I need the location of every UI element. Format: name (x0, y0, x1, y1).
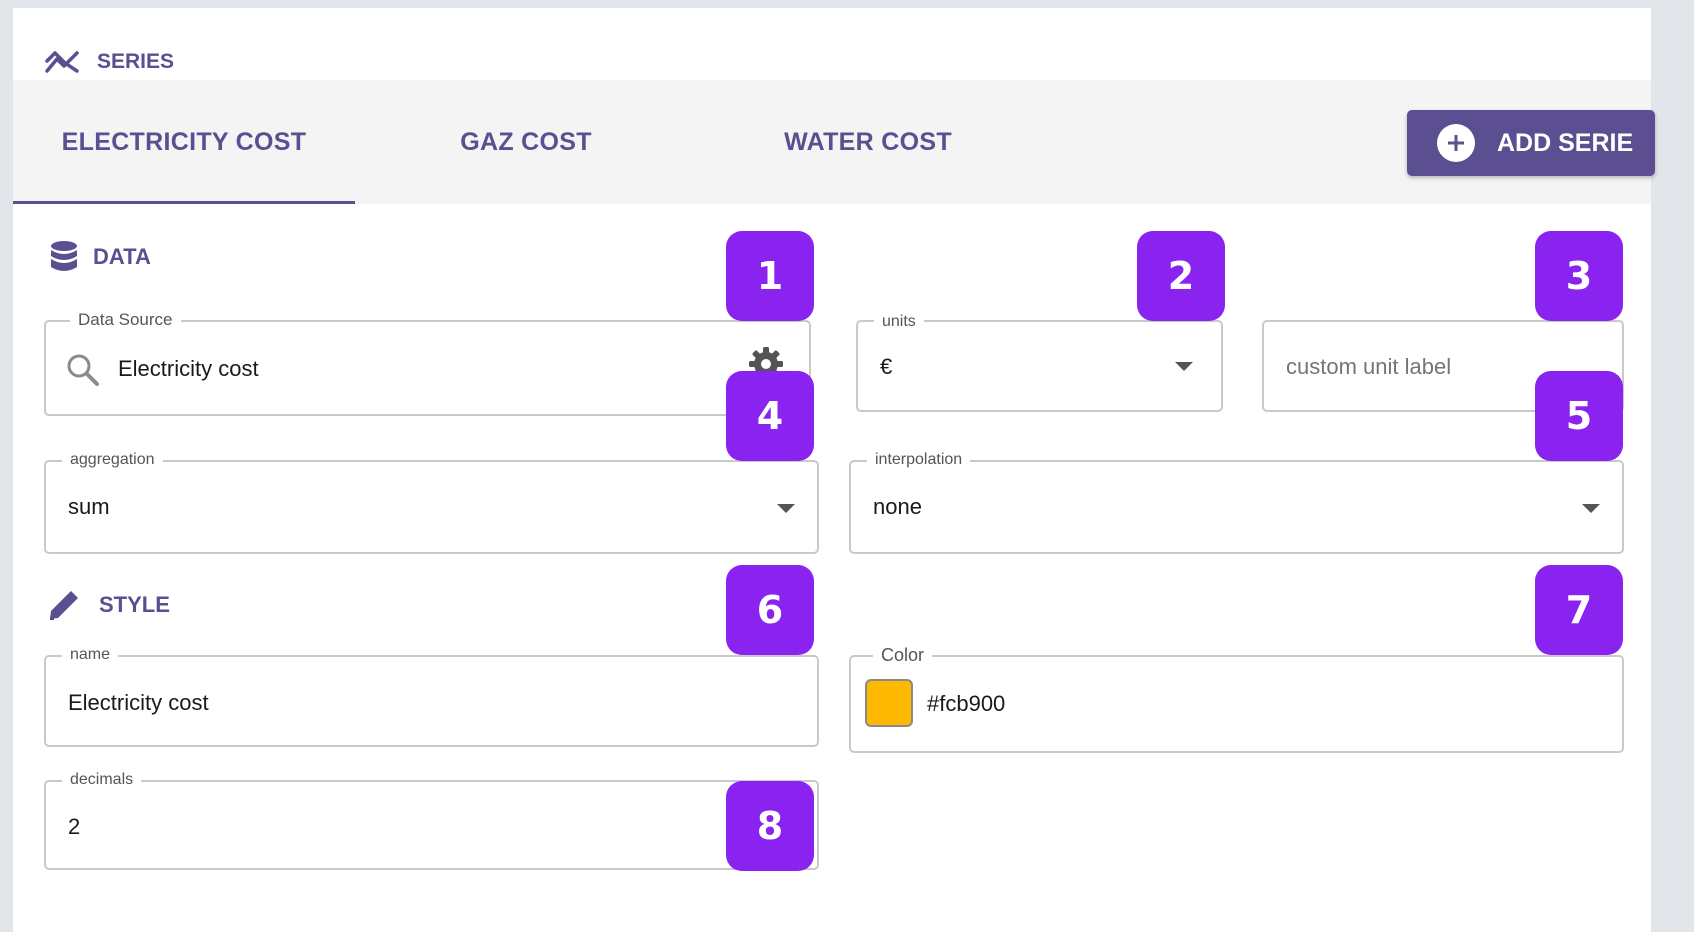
step-badge-1: 1 (726, 231, 814, 321)
name-legend: name (62, 645, 119, 665)
custom-unit-placeholder: custom unit label (1286, 354, 1452, 379)
color-input[interactable]: Color #fcb900 (849, 645, 1624, 753)
chevron-down-icon (1175, 362, 1193, 371)
decimals-value: 2 (68, 814, 81, 839)
interpolation-value: none (873, 494, 922, 519)
data-source-legend: Data Source (70, 310, 181, 330)
color-legend: Color (873, 645, 933, 665)
aggregation-legend: aggregation (62, 450, 163, 470)
add-serie-button[interactable]: ADD SERIE (1407, 110, 1655, 176)
step-badge-8: 8 (726, 781, 814, 871)
trending-icon (45, 51, 79, 73)
data-section-label: DATA (93, 244, 151, 269)
color-value: #fcb900 (927, 691, 1006, 716)
name-value: Electricity cost (68, 690, 209, 715)
decimals-legend: decimals (62, 770, 142, 790)
aggregation-select[interactable]: aggregation sum (44, 450, 819, 554)
tab-gaz-cost[interactable]: GAZ COST (355, 80, 697, 204)
step-badge-2: 2 (1137, 231, 1225, 321)
units-value: € (880, 354, 893, 379)
data-section-title: DATA (49, 240, 151, 274)
units-select[interactable]: units € (856, 312, 1223, 412)
tab-water-cost[interactable]: WATER COST (697, 80, 1039, 204)
tab-label: GAZ COST (460, 127, 592, 156)
database-icon (51, 241, 77, 271)
step-badge-6: 6 (726, 565, 814, 655)
pencil-icon (50, 591, 78, 620)
interpolation-legend: interpolation (867, 450, 971, 470)
data-source-field[interactable]: Data Source Electricity cost (44, 310, 811, 416)
step-badge-5: 5 (1535, 371, 1623, 461)
chevron-down-icon (1582, 504, 1600, 513)
tab-label: ELECTRICITY COST (61, 127, 307, 156)
series-tab-bar: ELECTRICITY COST GAZ COST WATER COST (13, 80, 1651, 204)
interpolation-select[interactable]: interpolation none (849, 450, 1624, 554)
color-swatch[interactable] (865, 679, 913, 727)
tab-electricity-cost[interactable]: ELECTRICITY COST (13, 80, 355, 204)
series-header: SERIES (45, 42, 174, 82)
style-section-label: STYLE (99, 592, 170, 617)
plus-circle-icon (1437, 124, 1475, 162)
active-tab-indicator (13, 201, 355, 204)
chevron-down-icon (777, 504, 795, 513)
name-input[interactable]: name Electricity cost (44, 645, 819, 747)
units-legend: units (874, 312, 924, 332)
decimals-input[interactable]: decimals 2 (44, 770, 819, 870)
aggregation-value: sum (68, 494, 110, 519)
step-badge-4: 4 (726, 371, 814, 461)
tab-label: WATER COST (784, 127, 952, 156)
style-section-title: STYLE (47, 588, 170, 622)
search-icon (67, 354, 99, 386)
add-serie-label: ADD SERIE (1497, 128, 1634, 157)
series-header-label: SERIES (97, 50, 175, 73)
series-card: SERIES ELECTRICITY COST GAZ COST WATER C… (13, 8, 1655, 932)
data-source-value: Electricity cost (118, 356, 259, 381)
step-badge-7: 7 (1535, 565, 1623, 655)
step-badge-3: 3 (1535, 231, 1623, 321)
